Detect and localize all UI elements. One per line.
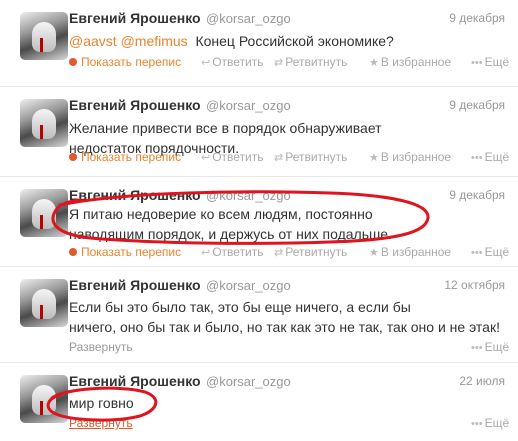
author-handle[interactable]: @korsar_ozgo	[206, 98, 291, 113]
avatar[interactable]	[20, 279, 68, 327]
tweet-date[interactable]: 12 октября	[444, 278, 505, 292]
tweet-4: Евгений Ярошенко @korsar_ozgo 12 октября…	[0, 267, 518, 363]
reply-button[interactable]: ↩ Ответить	[201, 150, 264, 164]
tweet-date[interactable]: 9 декабря	[449, 98, 505, 112]
dots-icon: •••	[471, 418, 483, 430]
dots-icon: •••	[471, 342, 483, 354]
tweet-text-line: Я питаю недоверие ко всем людям, постоян…	[69, 206, 373, 222]
tweet-text: Я питаю недоверие ко всем людям, постоян…	[69, 204, 509, 244]
retweet-button[interactable]: ⇄ Ретвитнуть	[274, 55, 347, 69]
tweet-2: Евгений Ярошенко @korsar_ozgo 9 декабря …	[0, 87, 518, 177]
tweet-date[interactable]: 9 декабря	[449, 188, 505, 202]
author-handle[interactable]: @korsar_ozgo	[206, 11, 291, 26]
tweet-text-line: Если бы это было так, это бы еще ничего,…	[69, 299, 411, 315]
dots-icon: •••	[471, 247, 483, 259]
show-conversation-link[interactable]: Показать перепис	[69, 150, 187, 164]
retweet-icon: ⇄	[274, 152, 284, 164]
retweet-icon: ⇄	[274, 57, 284, 69]
reply-button[interactable]: ↩ Ответить	[201, 245, 264, 259]
tweet-text-line: ничего, оно бы так и было, но так как эт…	[69, 319, 500, 335]
expand-link[interactable]: Развернуть	[69, 416, 133, 430]
reply-arrow-icon: ↩	[201, 57, 211, 69]
reply-arrow-icon: ↩	[201, 152, 211, 164]
more-button[interactable]: ••• Ещё	[471, 245, 509, 259]
retweet-button[interactable]: ⇄ Ретвитнуть	[274, 150, 347, 164]
tweet-text: мир говно	[69, 393, 509, 413]
author-name[interactable]: Евгений Ярошенко	[69, 187, 201, 203]
conversation-bubble-icon	[69, 58, 77, 66]
tweet-1: Евгений Ярошенко @korsar_ozgo 9 декабря …	[0, 0, 518, 87]
tweet-date[interactable]: 9 декабря	[449, 11, 505, 25]
show-conversation-link[interactable]: Показать перепис	[69, 55, 187, 69]
tweet-body: Конец Российской экономике?	[195, 33, 394, 49]
more-button[interactable]: ••• Ещё	[471, 150, 509, 164]
author-name[interactable]: Евгений Ярошенко	[69, 10, 201, 26]
author-name[interactable]: Евгений Ярошенко	[69, 277, 201, 293]
star-icon: ★	[369, 57, 379, 69]
conversation-bubble-icon	[69, 248, 77, 256]
reply-arrow-icon: ↩	[201, 247, 211, 259]
favorite-button[interactable]: ★ В избранное	[369, 245, 451, 259]
more-button[interactable]: ••• Ещё	[471, 416, 509, 430]
author-handle[interactable]: @korsar_ozgo	[206, 188, 291, 203]
conversation-bubble-icon	[69, 153, 77, 161]
avatar[interactable]	[20, 189, 68, 237]
avatar[interactable]	[20, 375, 68, 423]
more-button[interactable]: ••• Ещё	[471, 55, 509, 69]
author-name[interactable]: Евгений Ярошенко	[69, 373, 201, 389]
show-conversation-link[interactable]: Показать перепис	[69, 245, 187, 259]
retweet-icon: ⇄	[274, 247, 284, 259]
reply-button[interactable]: ↩ Ответить	[201, 55, 264, 69]
tweet-5: Евгений Ярошенко @korsar_ozgo 22 июля ми…	[0, 363, 518, 441]
tweet-body: мир говно	[69, 395, 134, 411]
star-icon: ★	[369, 247, 379, 259]
avatar[interactable]	[20, 12, 68, 60]
more-button[interactable]: ••• Ещё	[471, 340, 509, 354]
dots-icon: •••	[471, 152, 483, 164]
retweet-button[interactable]: ⇄ Ретвитнуть	[274, 245, 347, 259]
tweet-3: Евгений Ярошенко @korsar_ozgo 9 декабря …	[0, 177, 518, 267]
tweet-date[interactable]: 22 июля	[459, 374, 505, 388]
star-icon: ★	[369, 152, 379, 164]
favorite-button[interactable]: ★ В избранное	[369, 55, 451, 69]
author-name[interactable]: Евгений Ярошенко	[69, 97, 201, 113]
favorite-button[interactable]: ★ В избранное	[369, 150, 451, 164]
mention-link[interactable]: @mefimus	[121, 33, 188, 49]
tweet-text-line: Желание привести все в порядок обнаружив…	[69, 120, 382, 136]
tweet-text: Если бы это было так, это бы еще ничего,…	[69, 297, 514, 337]
author-handle[interactable]: @korsar_ozgo	[206, 374, 291, 389]
avatar[interactable]	[20, 99, 68, 147]
expand-link[interactable]: Развернуть	[69, 340, 133, 354]
tweet-text-line: наводящим порядок, и держусь от них пода…	[69, 226, 392, 242]
tweet-text: @aavst @mefimus Конец Российской экономи…	[69, 31, 509, 51]
dots-icon: •••	[471, 57, 483, 69]
mention-link[interactable]: @aavst	[69, 33, 117, 49]
author-handle[interactable]: @korsar_ozgo	[206, 278, 291, 293]
